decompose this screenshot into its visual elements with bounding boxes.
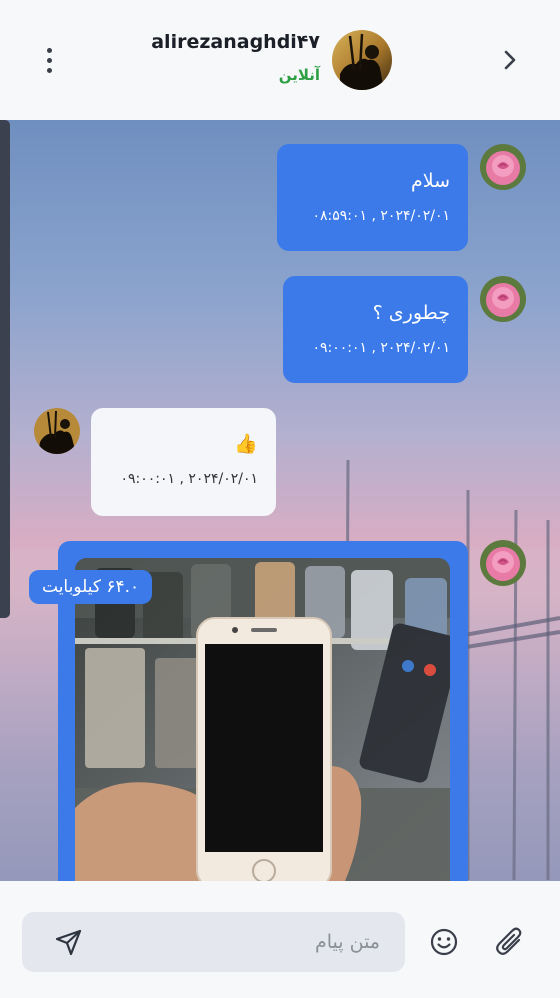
message-timestamp: ۲۰۲۴/۰۲/۰۱ , ۰۹:۰۰:۰۱	[312, 340, 450, 356]
attach-button[interactable]	[494, 925, 526, 959]
more-vertical-icon	[46, 47, 52, 53]
message-composer	[0, 881, 560, 998]
my-avatar[interactable]	[480, 144, 526, 190]
message-input-container	[22, 912, 405, 972]
online-status: آنلاین	[278, 66, 320, 84]
back-button[interactable]	[494, 44, 526, 76]
message-bubble[interactable]: 👍 ۲۰۲۴/۰۲/۰۱ , ۰۹:۰۰:۰۱	[91, 408, 276, 516]
message-emoji: 👍	[234, 433, 258, 455]
file-size-badge: ۶۴.۰ کیلوبایت	[29, 570, 153, 604]
message-text: چطوری ؟	[372, 302, 450, 324]
contact-avatar[interactable]	[332, 30, 392, 90]
chat-header: alirezanaghdi۴۷ آنلاین	[0, 0, 560, 120]
smile-icon	[430, 928, 458, 956]
message-bubble[interactable]: سلام ۲۰۲۴/۰۲/۰۱ , ۰۸:۵۹:۰۱	[277, 144, 468, 251]
my-avatar[interactable]	[480, 540, 526, 586]
my-avatar[interactable]	[480, 276, 526, 322]
emoji-button[interactable]	[428, 926, 460, 958]
message-timestamp: ۲۰۲۴/۰۲/۰۱ , ۰۸:۵۹:۰۱	[312, 208, 450, 224]
message-timestamp: ۲۰۲۴/۰۲/۰۱ , ۰۹:۰۰:۰۱	[120, 471, 258, 487]
contact-avatar-small[interactable]	[34, 408, 80, 454]
phone-photo[interactable]	[75, 558, 450, 881]
chevron-right-icon	[504, 50, 516, 70]
chat-messages-area[interactable]: سلام ۲۰۲۴/۰۲/۰۱ , ۰۸:۵۹:۰۱ چطوری ؟ ۲۰۲۴/…	[0, 120, 560, 881]
more-options-button[interactable]	[36, 44, 62, 76]
message-text: سلام	[410, 170, 450, 192]
contact-username: alirezanaghdi۴۷	[151, 31, 320, 53]
chat-scrollbar[interactable]	[0, 120, 10, 618]
message-input[interactable]	[102, 912, 392, 972]
send-icon	[55, 929, 82, 956]
message-bubble[interactable]: چطوری ؟ ۲۰۲۴/۰۲/۰۱ , ۰۹:۰۰:۰۱	[283, 276, 468, 383]
send-button[interactable]	[52, 925, 86, 959]
paperclip-icon	[496, 927, 522, 955]
